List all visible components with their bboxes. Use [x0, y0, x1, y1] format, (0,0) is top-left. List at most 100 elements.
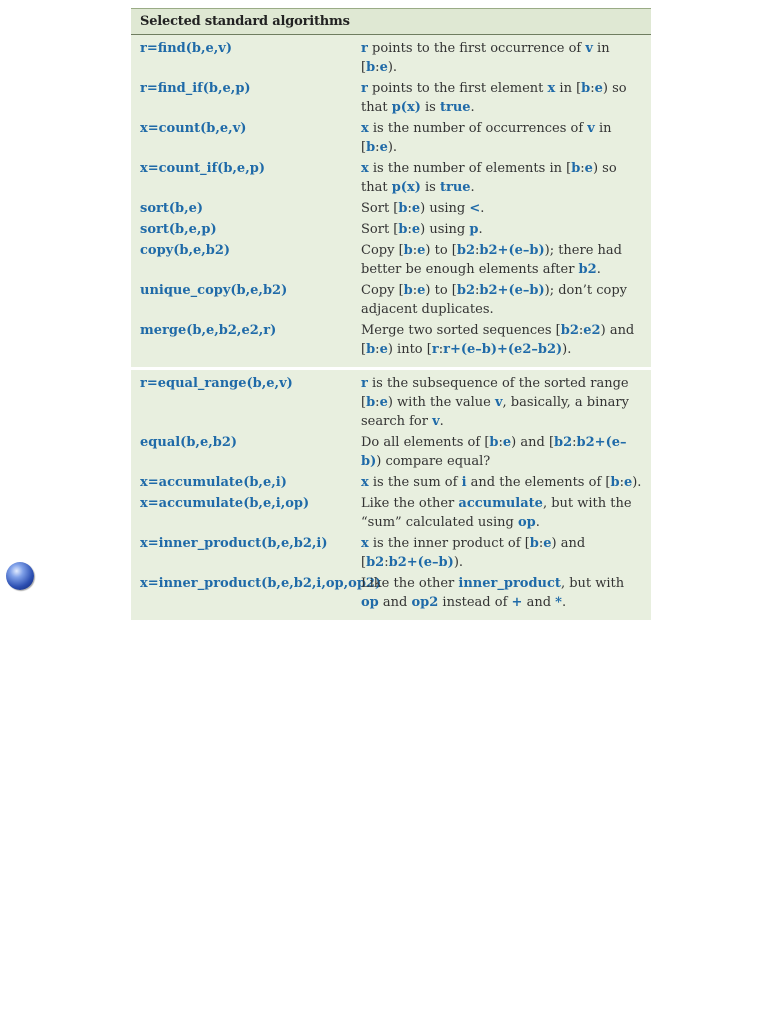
code-term: b [366, 342, 376, 357]
code-term: b2+(e–b) [479, 283, 545, 298]
algorithms-table: Selected standard algorithms r=find(b,e,… [131, 8, 651, 620]
algorithm-description: Like the other inner_product, but with o… [361, 574, 651, 612]
code-term: x [361, 536, 369, 551]
description-text: and [522, 595, 556, 610]
algorithm-signature: x=inner_product(b,e,b2,i,op,op2) [140, 576, 382, 591]
description-text: ) to [ [425, 283, 457, 298]
description-text: points to the first occurrence of [367, 41, 586, 56]
description-text: is the number of elements in [ [368, 161, 572, 176]
description-text: ) using [420, 222, 470, 237]
table-row: x=accumulate(b,e,i) x is the sum of i and… [131, 473, 651, 492]
code-term: accumulate [458, 496, 543, 511]
code-term: b2+(e–b) [388, 555, 454, 570]
description-text: , but with [560, 576, 625, 591]
description-text: Do all elements of [ [361, 435, 490, 450]
table-row: r=equal_range(b,e,v) r is the subsequence… [131, 374, 651, 431]
code-term: v [432, 414, 440, 429]
table-row: r=find_if(b,e,p) r points to the first el… [131, 79, 651, 117]
algorithm-signature: x=accumulate(b,e,i) [140, 475, 287, 490]
table-row: x=count_if(b,e,p) x is the number of elem… [131, 159, 651, 197]
table-row: x=inner_product(b,e,b2,i,op,op2) Like the… [131, 574, 651, 612]
code-term: b2 [366, 555, 385, 570]
table-title: Selected standard algorithms [131, 8, 651, 35]
code-term: op [361, 595, 379, 610]
algorithm-signature: unique_copy(b,e,b2) [140, 283, 288, 298]
description-text: points to the first element [367, 81, 548, 96]
description-text: Like the other [361, 496, 459, 511]
description-text: . [596, 262, 601, 277]
description-text: is [420, 100, 440, 115]
code-term: x [361, 161, 369, 176]
code-term: v [494, 395, 503, 410]
code-term: e [543, 536, 552, 551]
code-term: x [361, 475, 369, 490]
code-term: b2 [554, 435, 573, 450]
code-term: + [511, 595, 523, 610]
algorithm-signature: r=find(b,e,v) [140, 41, 233, 56]
code-term: b [403, 243, 413, 258]
description-text: . [480, 201, 485, 216]
code-term: b [366, 60, 376, 75]
code-term: e [379, 60, 388, 75]
code-term: b [571, 161, 581, 176]
table-row: x=inner_product(b,e,b2,i) x is the inner … [131, 534, 651, 572]
code-term: b [529, 536, 539, 551]
code-term: r [431, 342, 439, 357]
code-term: p(x) [391, 180, 421, 195]
description-text: ) compare equal? [376, 454, 491, 469]
description-text: and the elements of [ [466, 475, 611, 490]
table-row: sort(b,e,p) Sort [b:e) using p. [131, 220, 651, 239]
code-term: true [439, 180, 471, 195]
description-text: ). [632, 475, 642, 490]
algorithm-signature: sort(b,e,p) [140, 222, 217, 237]
description-text: in [ [555, 81, 582, 96]
code-term: b2 [456, 243, 476, 258]
description-text: Sort [ [361, 201, 399, 216]
code-term: b2 [456, 283, 476, 298]
description-text: is the number of occurrences of [368, 121, 588, 136]
algorithm-description: Sort [b:e) using <. [361, 199, 651, 218]
algorithm-description: Do all elements of [b:e) and [b2:b2+(e–b… [361, 433, 651, 471]
description-text: Like the other [361, 576, 459, 591]
code-term: < [469, 201, 481, 216]
code-term: e [584, 161, 593, 176]
code-term: e [379, 395, 388, 410]
table-row: x=count(b,e,v) x is the number of occurre… [131, 119, 651, 157]
description-text: . [478, 222, 483, 237]
code-term: op2 [411, 595, 439, 610]
description-text: Copy [ [361, 243, 404, 258]
table-row: unique_copy(b,e,b2) Copy [b:e) to [b2:b2+… [131, 281, 651, 319]
code-term: e [594, 81, 603, 96]
description-text: ). [387, 140, 398, 155]
code-term: true [439, 100, 471, 115]
code-term: e [379, 140, 388, 155]
algorithm-description: r points to the first element x in [b:e)… [361, 79, 651, 117]
algorithm-signature: x=count_if(b,e,p) [140, 161, 265, 176]
algorithm-description: x is the number of occurrences of v in [… [361, 119, 651, 157]
code-term: e2 [583, 323, 601, 338]
description-text: . [470, 180, 475, 195]
description-text: and [378, 595, 412, 610]
code-term: e [411, 222, 421, 237]
algorithm-signature: x=accumulate(b,e,i,op) [140, 496, 310, 511]
blue-sphere-icon [6, 562, 34, 590]
table-row: copy(b,e,b2) Copy [b:e) to [b2:b2+(e–b));… [131, 241, 651, 279]
description-text: . [561, 595, 567, 610]
algorithm-signature: merge(b,e,b2,e2,r) [140, 323, 277, 338]
code-term: r+(e–b)+(e2–b2) [443, 342, 563, 357]
description-text: ) to [ [425, 243, 457, 258]
table-row: r=find(b,e,v) r points to the first occur… [131, 39, 651, 77]
code-term: b2+(e–b) [479, 243, 545, 258]
algorithm-description: x is the number of elements in [b:e) so … [361, 159, 651, 197]
table-section: r=equal_range(b,e,v) r is the subsequence… [131, 370, 651, 620]
description-text: is [420, 180, 440, 195]
algorithm-description: x is the sum of i and the elements of [b… [361, 473, 651, 492]
description-text: ) using [420, 201, 470, 216]
description-text: ). [453, 555, 464, 570]
table-row: equal(b,e,b2) Do all elements of [b:e) an… [131, 433, 651, 471]
table-section: r=find(b,e,v) r points to the first occur… [131, 35, 651, 367]
description-text: instead of [438, 595, 512, 610]
code-term: inner_product [458, 576, 561, 591]
table-row: merge(b,e,b2,e2,r) Merge two sorted seque… [131, 321, 651, 359]
code-term: op [517, 515, 536, 530]
